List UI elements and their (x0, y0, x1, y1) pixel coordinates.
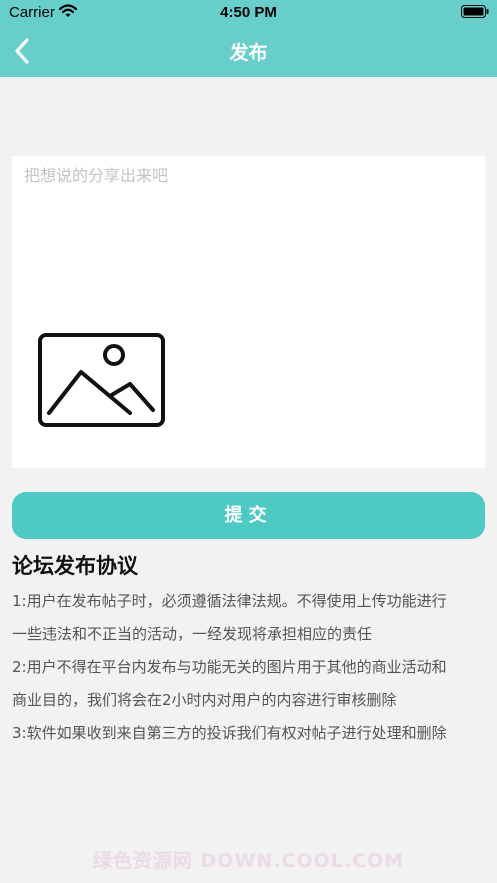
page-title: 发布 (229, 42, 268, 64)
compose-card (12, 156, 485, 468)
agreement-line: 商业目的，我们将会在2小时内对用户的内容进行审核删除 (12, 691, 397, 709)
agreement-line: 一些违法和不正当的活动，一经发现将承担相应的责任 (12, 625, 373, 643)
agreement-line: 3:软件如果收到来自第三方的投诉我们有权对帖子进行处理和删除 (12, 724, 447, 742)
add-image-button[interactable] (38, 333, 165, 427)
agreement-title: 论坛发布协议 (12, 554, 138, 578)
submit-button[interactable]: 提交 (12, 492, 485, 539)
image-placeholder-icon (38, 333, 165, 427)
status-bar: Carrier 4:50 PM (0, 0, 497, 26)
watermark: 绿色资源网 DOWN.COOL.COM (92, 850, 405, 872)
agreement-line: 1:用户在发布帖子时，必须遵循法律法规。不得使用上传功能进行 (12, 592, 447, 610)
clock: 4:50 PM (220, 4, 277, 21)
battery-icon (461, 5, 489, 18)
post-content-input[interactable] (12, 156, 485, 316)
header: Carrier 4:50 PM 发布 (0, 0, 497, 77)
nav-bar: 发布 (0, 26, 497, 77)
agreement-line: 2:用户不得在平台内发布与功能无关的图片用于其他的商业活动和 (12, 658, 447, 676)
